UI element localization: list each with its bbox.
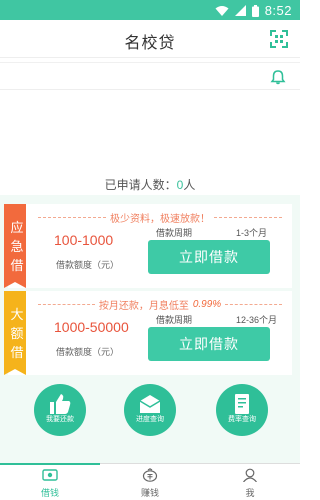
- divider: [214, 217, 282, 218]
- loan-term-label: 借款周期: [156, 315, 193, 325]
- loan-slogan: 按月还款，月息低至 0.99%: [38, 297, 283, 312]
- shortcut-label: 进度查询: [136, 416, 164, 423]
- thumbs-up-icon: [50, 394, 71, 414]
- header: 名校贷: [0, 20, 300, 58]
- applicant-suffix: 人: [183, 178, 196, 192]
- loan-term-label: 借款周期: [156, 228, 193, 238]
- interest-rate: 0.99%: [192, 299, 222, 310]
- tab-borrow[interactable]: 借钱: [0, 463, 100, 500]
- slogan-text: 极少资料，极速放款！: [110, 214, 210, 225]
- qr-scan-icon[interactable]: [270, 30, 288, 48]
- loan-card-emergency: 应急借 极少资料，极速放款！ 100-1000 借款额度（元） 借款周期 1-3…: [4, 204, 292, 288]
- user-icon: [243, 468, 257, 482]
- tab-me[interactable]: 我: [200, 464, 300, 500]
- loan-card-large: 大额借 按月还款，月息低至 0.99% 1000-50000 借款额度（元） 借款…: [4, 291, 292, 375]
- loan-amount: 1000-50000: [54, 319, 129, 335]
- tab-label: 赚钱: [140, 488, 159, 498]
- status-bar: 8:52: [0, 0, 300, 20]
- divider: [225, 304, 283, 305]
- signal-icon: [234, 5, 246, 16]
- tab-bar: 借钱 赚钱 我: [0, 463, 300, 500]
- applicant-count: 已申请人数：0人: [0, 176, 300, 193]
- rate-shortcut[interactable]: 费率查询: [216, 384, 268, 436]
- shortcut-label: 我要还款: [46, 416, 74, 423]
- apply-button[interactable]: 立即借款: [148, 327, 270, 361]
- progress-shortcut[interactable]: 进度查询: [124, 384, 176, 436]
- tab-label: 我: [245, 488, 255, 498]
- page-title: 名校贷: [124, 35, 176, 52]
- divider: [38, 217, 106, 218]
- apply-button[interactable]: 立即借款: [148, 240, 270, 274]
- tab-earn[interactable]: 赚钱: [100, 464, 200, 500]
- money-icon: [42, 469, 58, 481]
- banner-area: [0, 90, 300, 172]
- loan-tag: 应急借: [10, 220, 24, 273]
- repay-shortcut[interactable]: 我要还款: [34, 384, 86, 436]
- tab-label: 借钱: [40, 488, 59, 498]
- divider: [38, 304, 95, 305]
- loan-term: 1-3个月: [236, 228, 268, 238]
- status-icons: 8:52: [215, 3, 292, 18]
- slogan-text: 按月还款，月息低至: [98, 301, 189, 312]
- loan-amount-label: 借款额度（元）: [56, 347, 120, 357]
- clock: 8:52: [264, 3, 292, 18]
- battery-icon: [251, 4, 259, 17]
- applicant-prefix: 已申请人数：: [104, 178, 177, 192]
- shortcut-label: 费率查询: [228, 416, 256, 423]
- loan-tag: 大额借: [10, 307, 24, 360]
- wifi-icon: [215, 5, 229, 16]
- loan-term: 12-36个月: [236, 315, 278, 325]
- bell-icon: [270, 70, 286, 85]
- loan-amount: 100-1000: [54, 232, 114, 248]
- notice-bar[interactable]: [0, 62, 300, 90]
- loan-slogan: 极少资料，极速放款！: [38, 210, 282, 225]
- loan-amount-label: 借款额度（元）: [56, 260, 120, 270]
- envelope-icon: [139, 395, 161, 413]
- coin-bag-icon: [142, 468, 158, 482]
- document-icon: [235, 394, 249, 414]
